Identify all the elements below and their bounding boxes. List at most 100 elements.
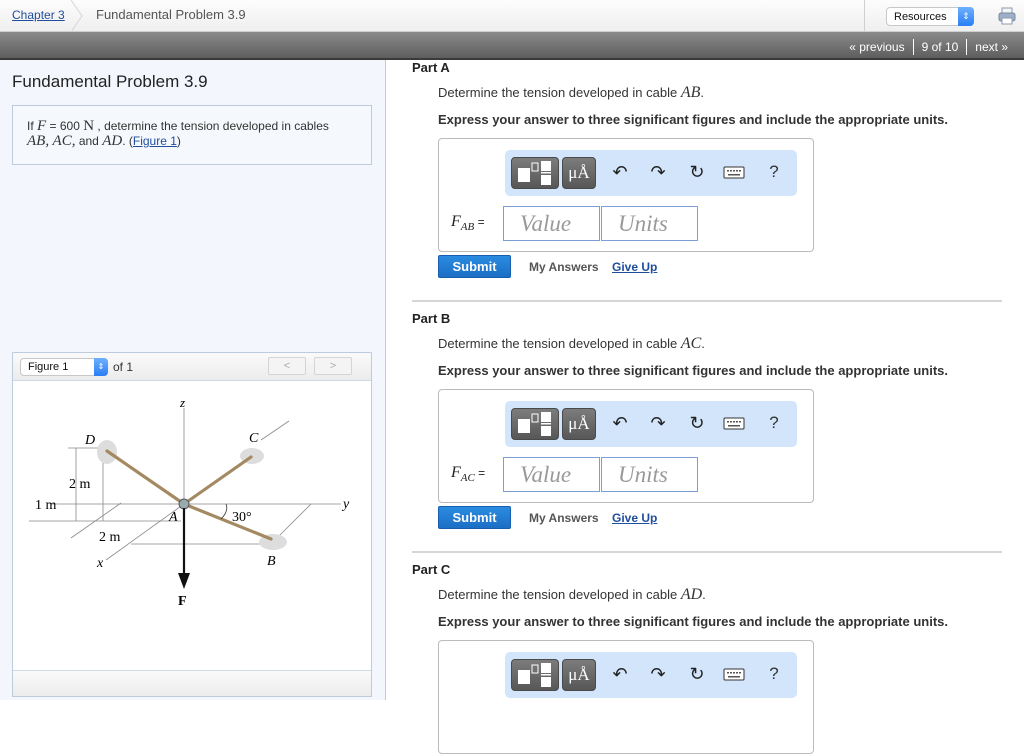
my-answers-link[interactable]: My Answers [529, 511, 599, 525]
submit-button[interactable]: Submit [438, 255, 511, 278]
print-icon[interactable] [998, 7, 1016, 25]
undo-icon[interactable]: ↶ [609, 412, 631, 434]
undo-icon[interactable]: ↶ [609, 161, 631, 183]
math-toolbar: μÅ ↶ ↷ ↻ ? [505, 652, 797, 698]
next-link[interactable]: next » [967, 40, 1016, 54]
item-position: 9 of 10 [921, 40, 959, 54]
label-D: D [84, 433, 95, 448]
keyboard-icon[interactable] [723, 161, 745, 183]
value-input[interactable]: Value [503, 457, 600, 492]
submit-button[interactable]: Submit [438, 506, 511, 529]
text: , determine the tension developed in cab… [94, 119, 329, 133]
divider [412, 300, 1002, 302]
redo-icon[interactable]: ↷ [647, 412, 669, 434]
figure-dropdown[interactable]: Figure 1 ⇕ [20, 358, 108, 376]
figure-selected: Figure 1 [28, 361, 69, 373]
part-b: Part B Determine the tension developed i… [412, 311, 1002, 529]
label-dim-2m-horiz: 2 m [99, 530, 121, 545]
select-stepper-icon: ⇕ [94, 358, 108, 376]
part-c: Part C Determine the tension developed i… [412, 562, 1002, 754]
part-question: Determine the tension developed in cable… [438, 586, 706, 603]
units-input[interactable]: Units [601, 206, 698, 241]
angle-arc [220, 503, 228, 520]
cable-AB [182, 502, 273, 541]
cable-AC [182, 455, 253, 506]
templates-button[interactable] [511, 157, 559, 189]
answer-box: μÅ ↶ ↷ ↻ ? [438, 640, 814, 754]
templates-icon [518, 161, 551, 185]
figure-next-button[interactable]: > [314, 357, 352, 375]
give-up-link[interactable]: Give Up [612, 511, 657, 525]
units-input[interactable]: Units [601, 457, 698, 492]
text: and [75, 134, 103, 148]
ring-A [178, 498, 190, 510]
previous-link[interactable]: « previous [841, 40, 912, 54]
breadcrumb-bar: Chapter 3 Fundamental Problem 3.9 Resour… [0, 0, 1024, 32]
figure-footer [13, 670, 371, 696]
math-var: F [37, 118, 47, 134]
label-dim-2m-vert: 2 m [69, 477, 91, 492]
help-icon[interactable]: ? [763, 161, 785, 183]
label-B: B [267, 554, 276, 569]
redo-icon[interactable]: ↷ [647, 663, 669, 685]
figure-diagram: z y x A B C D F 30° 2 m 1 m 2 m [29, 395, 350, 609]
text: AC [460, 472, 475, 485]
units-button[interactable]: μÅ [562, 659, 596, 691]
undo-icon[interactable]: ↶ [609, 663, 631, 685]
text: Determine the tension developed in cable [438, 336, 678, 351]
divider [864, 0, 865, 32]
answer-box: μÅ ↶ ↷ ↻ ? FAB = Value Units [438, 138, 814, 252]
breadcrumb-chapter-link[interactable]: Chapter 3 [12, 8, 65, 22]
text: . ( [122, 134, 133, 148]
problem-title: Fundamental Problem 3.9 [12, 72, 208, 91]
text: = 600 [46, 119, 84, 133]
math-cable: AB [680, 84, 701, 101]
math-unit: N [83, 118, 95, 134]
cable-AD [105, 449, 186, 506]
reset-icon[interactable]: ↻ [686, 161, 708, 183]
figure-link[interactable]: Figure 1 [133, 134, 177, 148]
math-cable: AC [680, 335, 702, 352]
ref-line [260, 420, 290, 441]
help-icon[interactable]: ? [763, 663, 785, 685]
label-z: z [179, 395, 185, 410]
text: AB [460, 221, 475, 234]
answer-box: μÅ ↶ ↷ ↻ ? FAC = Value Units [438, 389, 814, 503]
parts-pane: Part A Determine the tension developed i… [387, 60, 1024, 754]
math-toolbar: μÅ ↶ ↷ ↻ ? [505, 150, 797, 196]
problem-pane: Fundamental Problem 3.9 If F = 600 N , d… [0, 60, 386, 700]
keyboard-icon[interactable] [723, 663, 745, 685]
give-up-link[interactable]: Give Up [612, 260, 657, 274]
text: = [474, 466, 486, 480]
units-button[interactable]: μÅ [562, 408, 596, 440]
label-C: C [249, 431, 259, 446]
divider [412, 551, 1002, 553]
reset-icon[interactable]: ↻ [686, 412, 708, 434]
math-cables: AB, AC, [27, 133, 76, 149]
part-question: Determine the tension developed in cable… [438, 84, 705, 101]
part-instruction: Express your answer to three significant… [438, 614, 948, 629]
resources-dropdown[interactable]: Resources ⇕ [886, 7, 974, 26]
part-title: Part A [412, 60, 450, 75]
label-y: y [341, 497, 350, 512]
my-answers-link[interactable]: My Answers [529, 260, 599, 274]
templates-button[interactable] [511, 659, 559, 691]
text: If [27, 119, 34, 133]
keyboard-icon[interactable] [723, 412, 745, 434]
resources-label: Resources [894, 11, 947, 23]
problem-statement: If F = 600 N , determine the tension dev… [12, 105, 372, 165]
units-button[interactable]: μÅ [562, 157, 596, 189]
math-cable: AD [102, 133, 123, 149]
help-icon[interactable]: ? [763, 412, 785, 434]
part-a: Part A Determine the tension developed i… [412, 60, 1002, 278]
value-input[interactable]: Value [503, 206, 600, 241]
figure-prev-button[interactable]: < [268, 357, 306, 375]
reset-icon[interactable]: ↻ [686, 663, 708, 685]
breadcrumb-current: Fundamental Problem 3.9 [96, 7, 246, 22]
text: = [474, 215, 485, 229]
force-arrowhead [178, 573, 190, 589]
part-question: Determine the tension developed in cable… [438, 335, 705, 352]
templates-button[interactable] [511, 408, 559, 440]
part-instruction: Express your answer to three significant… [438, 112, 948, 127]
redo-icon[interactable]: ↷ [647, 161, 669, 183]
